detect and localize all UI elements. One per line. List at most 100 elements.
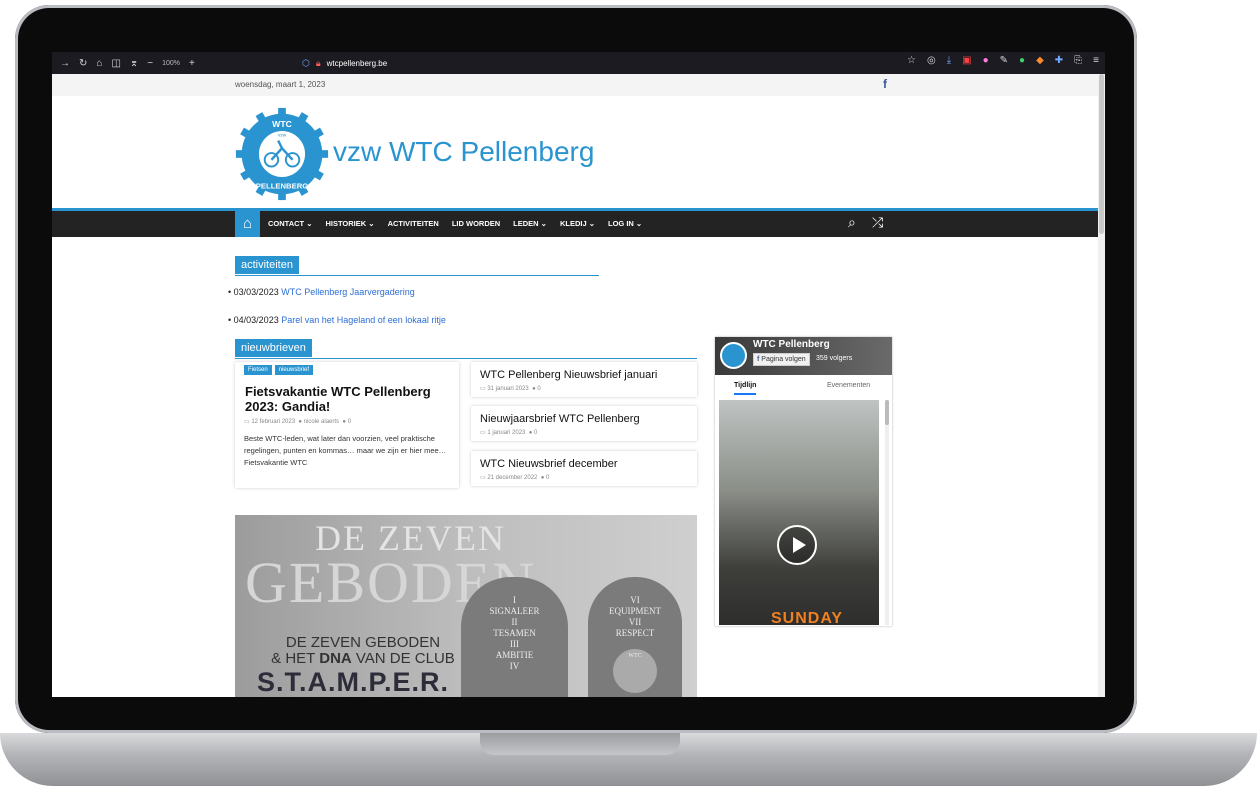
tag-fietsen[interactable]: Fietsen	[244, 365, 272, 375]
calendar-icon: ▭	[480, 430, 486, 436]
nieuwbrieven-heading: nieuwbrieven	[235, 338, 697, 359]
web-page: woensdag, maart 1, 2023 f WTC vzw PELLEN…	[52, 74, 1098, 697]
page-scrollbar[interactable]	[1098, 74, 1105, 697]
shield-icon[interactable]: ⬡	[302, 58, 310, 69]
home-icon[interactable]: ⌂	[235, 211, 260, 237]
reload-icon[interactable]: ↻	[79, 58, 87, 69]
banner-sub-line1: DE ZEVEN GEBODEN	[285, 634, 441, 651]
newsletter-date[interactable]: 1 januari 2023	[487, 430, 525, 436]
pdf-extension-icon[interactable]: ▣	[962, 55, 971, 66]
nav-item-activiteiten[interactable]: ACTIVITEITEN	[388, 219, 439, 228]
lock-icon[interactable]: 🔒︎	[316, 58, 321, 69]
widget-scrollbar[interactable]	[885, 400, 889, 625]
site-title[interactable]: vzw WTC Pellenberg	[333, 136, 594, 168]
zoom-out-icon[interactable]: −	[147, 58, 153, 69]
tablet-text: III	[510, 639, 519, 649]
calendar-icon: ▭	[480, 386, 486, 392]
club-logo[interactable]: WTC vzw PELLENBERG	[234, 106, 330, 202]
newsletter-meta: ▭ 1 januari 2023 ● 0	[480, 429, 537, 436]
comment-count[interactable]: 0	[348, 419, 351, 425]
facebook-avatar[interactable]	[720, 342, 747, 369]
play-icon	[793, 537, 806, 553]
logo-text-top: WTC	[272, 119, 292, 129]
logo-text-bottom: PELLENBERG	[256, 182, 308, 191]
url-text[interactable]: wtcpellenberg.be	[327, 59, 387, 68]
download-icon[interactable]: ⤓	[947, 55, 951, 66]
featured-post-meta: ▭ 12 februari 2023 ● nicole alaerts ● 0	[244, 418, 351, 425]
nav-item-log-in[interactable]: LOG IN ⌄	[608, 219, 642, 228]
bookmark-manager-icon[interactable]: ⌆	[130, 58, 138, 69]
pocket-icon[interactable]: ◎	[927, 55, 936, 66]
tablet-text: VII	[628, 617, 642, 627]
zeven-geboden-banner[interactable]: DE ZEVEN GEBODEN DE ZEVEN GEBODEN & HET …	[235, 515, 697, 697]
facebook-followers: 359 volgers	[816, 355, 853, 362]
forward-icon[interactable]: →	[60, 58, 70, 69]
zoom-in-icon[interactable]: +	[189, 58, 195, 69]
featured-post-card[interactable]: Fietsen nieuwsbrief Fietsvakantie WTC Pe…	[235, 362, 459, 488]
color-extension-icon[interactable]: ●	[983, 55, 989, 66]
calendar-icon: ▭	[244, 419, 250, 425]
nav-item-historiek[interactable]: HISTORIEK ⌄	[325, 219, 374, 228]
tab-evenementen[interactable]: Evenementen	[827, 382, 870, 389]
star-icon[interactable]: ☆	[907, 55, 916, 66]
newsletter-title[interactable]: WTC Pellenberg Nieuwsbrief januari	[480, 369, 657, 381]
newsletter-card[interactable]: Nieuwjaarsbrief WTC Pellenberg ▭ 1 janua…	[471, 406, 697, 441]
video-caption: SUNDAY	[771, 610, 844, 627]
featured-post-title[interactable]: Fietsvakantie WTC Pellenberg 2023: Gandi…	[245, 384, 455, 414]
newsletter-card[interactable]: WTC Pellenberg Nieuwsbrief januari ▭ 31 …	[471, 362, 697, 397]
puzzle-extension-icon[interactable]: ✚	[1055, 55, 1063, 66]
comment-count[interactable]: 0	[546, 475, 549, 481]
comment-icon: ●	[528, 430, 533, 436]
zoom-level[interactable]: 100%	[162, 60, 180, 67]
activity-date: 04/03/2023	[233, 315, 279, 325]
tablet-text: SIGNALEER	[489, 606, 540, 616]
comment-count[interactable]: 0	[534, 430, 537, 436]
green-extension-icon[interactable]: ●	[1019, 55, 1025, 66]
facebook-page-name[interactable]: WTC Pellenberg	[753, 339, 830, 350]
home-icon[interactable]: ⌂	[96, 58, 102, 69]
newsletter-title[interactable]: WTC Nieuwsbrief december	[480, 458, 618, 470]
activity-link[interactable]: WTC Pellenberg Jaarvergadering	[281, 287, 415, 297]
newsletter-meta: ▭ 21 december 2022 ● 0	[480, 474, 549, 481]
newsletter-title[interactable]: Nieuwjaarsbrief WTC Pellenberg	[480, 413, 640, 425]
tag-nieuwsbrief[interactable]: nieuwsbrief	[274, 365, 314, 375]
newsletter-date[interactable]: 31 januari 2023	[487, 386, 528, 392]
nav-item-lid-worden[interactable]: LID WORDEN	[452, 219, 500, 228]
sidebar-icon[interactable]: ◫	[111, 58, 120, 69]
activiteiten-heading: activiteiten	[235, 255, 599, 276]
share-icon[interactable]: ⎘	[1074, 55, 1082, 66]
play-button[interactable]	[777, 525, 817, 565]
url-bar[interactable]: ⬡ 🔒︎ wtcpellenberg.be	[302, 55, 387, 71]
nieuwbrieven-title: nieuwbrieven	[235, 339, 312, 357]
banner-acronym: S.T.A.M.P.E.R.	[257, 667, 450, 697]
top-info-bar: woensdag, maart 1, 2023 f	[52, 74, 1098, 96]
facebook-video[interactable]: SUNDAY	[719, 400, 879, 627]
nav-item-contact[interactable]: CONTACT ⌄	[268, 219, 312, 228]
nav-item-kledij[interactable]: KLEDIJ ⌄	[560, 219, 595, 228]
tablet-text: EQUIPMENT	[609, 606, 661, 616]
tablet-text: TESAMEN	[493, 628, 536, 638]
facebook-cover[interactable]: WTC Pellenberg f Pagina volgen 359 volge…	[715, 337, 892, 375]
comment-count[interactable]: 0	[537, 386, 540, 392]
shuffle-icon[interactable]: ⤮	[872, 214, 883, 231]
facebook-icon[interactable]: f	[883, 77, 887, 91]
menu-icon[interactable]: ≡	[1093, 55, 1099, 66]
widget-scroll-thumb[interactable]	[885, 400, 889, 425]
comment-icon: ●	[342, 419, 347, 425]
newsletter-card[interactable]: WTC Nieuwsbrief december ▭ 21 december 2…	[471, 451, 697, 486]
orange-extension-icon[interactable]: ◆	[1036, 55, 1044, 66]
menu-items: CONTACT ⌄ HISTORIEK ⌄ ACTIVITEITEN LID W…	[268, 219, 642, 228]
activity-link[interactable]: Parel van het Hageland of een lokaal rit…	[281, 315, 446, 325]
logo-text-mid: vzw	[278, 134, 287, 139]
tab-tijdlijn[interactable]: Tijdlijn	[734, 382, 757, 395]
pen-extension-icon[interactable]: ✎	[1000, 55, 1008, 66]
banner-sub-dna: DNA	[319, 650, 352, 667]
nav-item-leden[interactable]: LEDEN ⌄	[513, 219, 547, 228]
search-icon[interactable]: ⌕	[848, 214, 856, 231]
follow-page-button[interactable]: f Pagina volgen	[753, 353, 810, 366]
post-date[interactable]: 12 februari 2023	[251, 419, 295, 425]
follow-label: Pagina volgen	[761, 356, 806, 363]
scroll-thumb[interactable]	[1099, 74, 1104, 234]
newsletter-date[interactable]: 21 december 2022	[487, 475, 537, 481]
post-author[interactable]: nicole alaerts	[304, 419, 339, 425]
